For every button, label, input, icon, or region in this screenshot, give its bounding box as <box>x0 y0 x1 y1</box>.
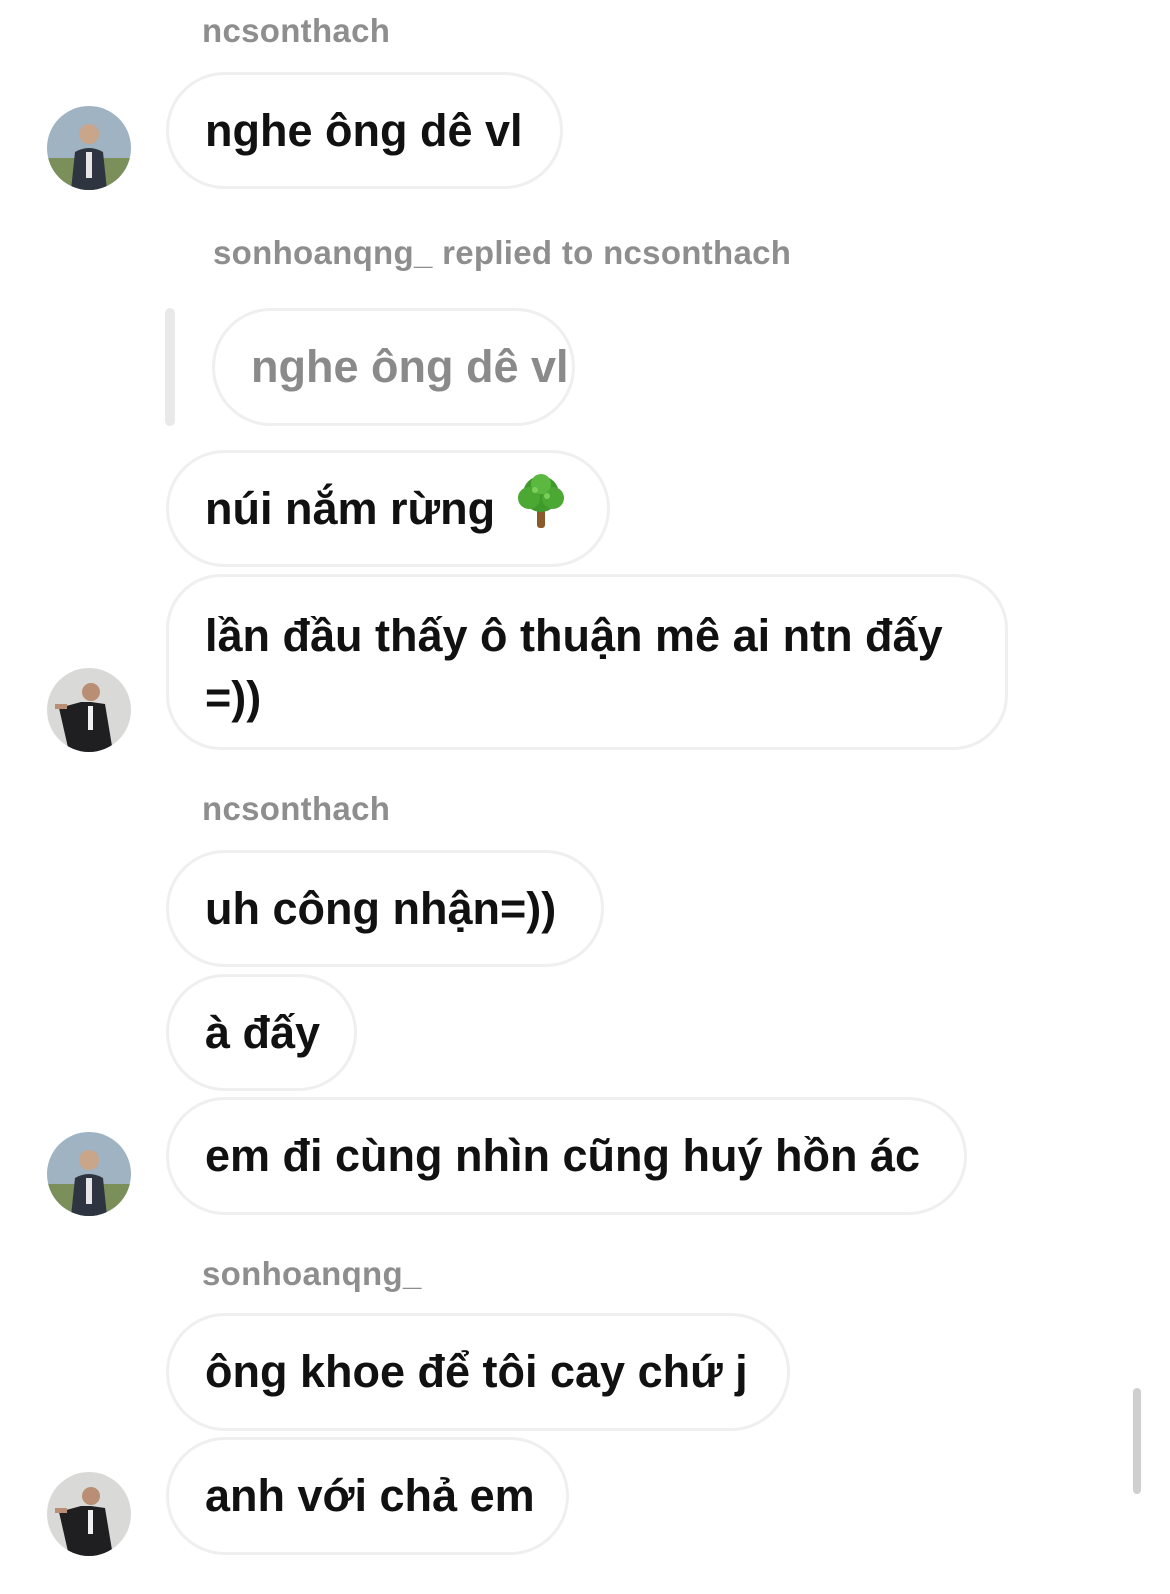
avatar[interactable] <box>47 668 131 752</box>
message-text: anh với chả em <box>205 1470 535 1521</box>
message-bubble[interactable]: anh với chả em <box>166 1437 569 1555</box>
message-text: uh công nhận=)) <box>205 882 557 934</box>
avatar-photo-icon <box>47 1472 131 1556</box>
quoted-message-bubble[interactable]: nghe ông dê vl <box>212 308 575 426</box>
deciduous-tree-icon <box>513 472 569 546</box>
message-text: nghe ông dê vl <box>205 104 523 156</box>
message-text: ông khoe để tôi cay chứ j <box>205 1346 748 1397</box>
avatar[interactable] <box>47 106 131 190</box>
sender-name: ncsonthach <box>202 12 391 49</box>
message-text: núi nắm rừng <box>205 482 496 534</box>
avatar-photo-icon <box>47 668 131 752</box>
avatar-photo-icon <box>47 106 131 190</box>
sender-name: ncsonthach <box>202 790 391 827</box>
avatar[interactable] <box>47 1472 131 1556</box>
message-bubble[interactable]: à đấy <box>166 974 357 1091</box>
quoted-message-text: nghe ông dê vl <box>251 341 569 392</box>
reply-header: sonhoanqng_ replied to ncsonthach <box>213 234 792 271</box>
scrollbar[interactable] <box>1133 1388 1141 1494</box>
message-bubble[interactable]: em đi cùng nhìn cũng huý hồn ác <box>166 1097 967 1215</box>
message-bubble[interactable]: nghe ông dê vl <box>166 72 563 189</box>
reply-quote-bar <box>165 308 175 426</box>
avatar-photo-icon <box>47 1132 131 1216</box>
message-bubble[interactable]: ông khoe để tôi cay chứ j <box>166 1313 790 1431</box>
message-text: lần đầu thấy ô thuận mê ai ntn đấy =)) <box>205 610 943 723</box>
message-text: em đi cùng nhìn cũng huý hồn ác <box>205 1130 921 1181</box>
sender-name: sonhoanqng_ <box>202 1255 422 1292</box>
message-bubble[interactable]: lần đầu thấy ô thuận mê ai ntn đấy =)) <box>166 574 1008 750</box>
message-bubble[interactable]: núi nắm rừng <box>166 450 610 567</box>
message-bubble[interactable]: uh công nhận=)) <box>166 850 604 967</box>
message-text: à đấy <box>205 1006 321 1058</box>
avatar[interactable] <box>47 1132 131 1216</box>
